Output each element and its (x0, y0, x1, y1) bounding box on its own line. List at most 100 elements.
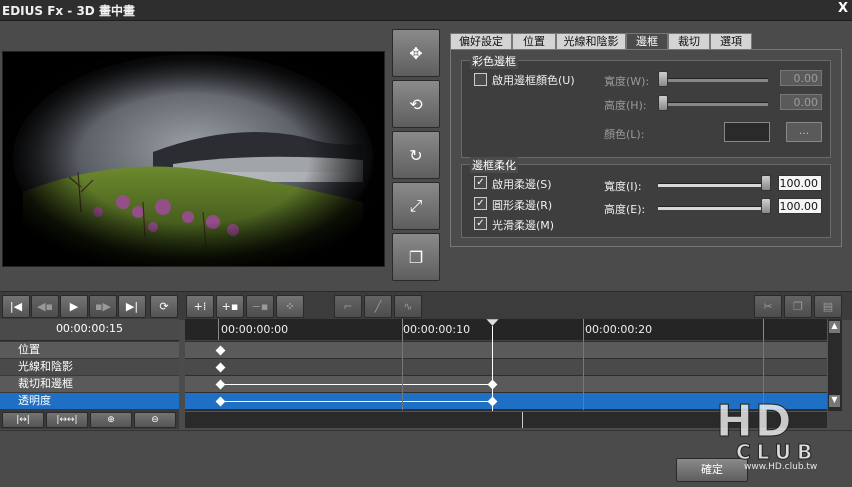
scroll-position-marker (522, 412, 523, 428)
border-height-label: 高度(H): (604, 99, 647, 112)
keyframe-marker[interactable] (215, 345, 226, 356)
tab-options[interactable]: 選項 (710, 33, 752, 50)
soft-width-label: 寬度(I): (604, 180, 642, 193)
title-bar: EDIUS Fx - 3D 畫中畫 X (0, 0, 852, 21)
loop-button[interactable]: ⟳ (150, 295, 178, 318)
tab-crop[interactable]: 裁切 (668, 33, 710, 50)
keyframe-marker[interactable] (215, 396, 226, 407)
border-width-slider[interactable] (662, 78, 768, 82)
soft-border-title: 邊框柔化 (470, 157, 518, 173)
smooth-soft-edge-label: 光滑柔邊(M) (492, 219, 555, 232)
go-to-start-button[interactable]: |◀ (2, 295, 30, 318)
enable-border-color-label: 啟用邊框顏色(U) (492, 74, 575, 87)
border-color-label: 顏色(L): (604, 128, 645, 141)
enable-soft-edge-label: 啟用柔邊(S) (492, 178, 552, 191)
border-color-swatch[interactable] (724, 122, 770, 142)
keyframe-row-crop-border[interactable] (185, 376, 827, 392)
add-keyframe-button[interactable]: +▪ (216, 295, 244, 318)
rotate-tool-button[interactable]: ↻ (392, 131, 440, 179)
soft-height-thumb[interactable] (761, 198, 771, 214)
border-height-value[interactable]: 0.00 (780, 94, 822, 110)
soft-height-slider[interactable] (658, 206, 768, 210)
track-lighting-shadow[interactable]: 光線和陰影 (0, 359, 179, 375)
preview-image (3, 52, 384, 266)
round-soft-edge-label: 圓形柔邊(R) (492, 199, 553, 212)
watermark-club: CLUB (735, 440, 819, 465)
next-keyframe-button[interactable]: ▪▶ (89, 295, 117, 318)
soft-height-label: 高度(E): (604, 203, 646, 216)
border-width-value[interactable]: 0.00 (780, 70, 822, 86)
ruler-tick (218, 319, 219, 340)
play-button[interactable]: ▶ (60, 295, 88, 318)
tab-lighting-shadow[interactable]: 光線和陰影 (556, 33, 626, 50)
ruler-label-0: 00:00:00:00 (221, 323, 289, 336)
time-ruler[interactable]: 00:00:00:00 00:00:00:10 00:00:00:20 (185, 319, 827, 341)
soft-width-slider[interactable] (658, 183, 768, 187)
tab-preferences[interactable]: 偏好設定 (450, 33, 512, 50)
add-keyframe-all-button[interactable]: +⁞ (186, 295, 214, 318)
track-crop-border[interactable]: 裁切和邊框 (0, 376, 179, 392)
border-color-browse-button[interactable]: ... (786, 122, 822, 142)
curve-interpolation-button[interactable]: ∿ (394, 295, 422, 318)
border-width-thumb[interactable] (658, 71, 668, 87)
color-border-group: 彩色邊框 啟用邊框顏色(U) 寬度(W): 0.00 高度(H): 0.00 顏… (461, 53, 831, 158)
watermark-logo: HD CLUB www.HD.club.tw (706, 396, 846, 480)
keyframe-marker[interactable] (215, 379, 226, 390)
smooth-soft-edge-checkbox[interactable]: ✓ (474, 217, 487, 230)
color-border-title: 彩色邊框 (470, 53, 518, 69)
soft-border-group: 邊框柔化 ✓ 啟用柔邊(S) ✓ 圓形柔邊(R) ✓ 光滑柔邊(M) 寬度(I)… (461, 157, 831, 238)
keyframe-row-lighting-shadow[interactable] (185, 359, 827, 375)
soft-height-value[interactable]: 100.00 (778, 198, 822, 214)
enable-soft-edge-checkbox[interactable]: ✓ (474, 176, 487, 189)
paste-icon[interactable]: ▤ (814, 295, 842, 318)
border-height-slider[interactable] (662, 102, 768, 106)
go-to-end-button[interactable]: ▶| (118, 295, 146, 318)
close-icon[interactable]: X (838, 1, 848, 16)
delete-keyframe-button[interactable]: −▪ (246, 295, 274, 318)
preview-monitor (2, 51, 385, 267)
ruler-tick (763, 319, 764, 340)
watermark-url: www.HD.club.tw (744, 462, 818, 472)
keyframe-segment (221, 384, 492, 385)
keyframe-options-button[interactable]: ⁘ (276, 295, 304, 318)
tab-position[interactable]: 位置 (512, 33, 556, 50)
track-opacity[interactable]: 透明度 (0, 393, 179, 409)
zoom-controls: |↔| |↔↔| ⊕ ⊖ (0, 411, 179, 429)
soft-width-value[interactable]: 100.00 (778, 175, 822, 191)
ruler-label-20: 00:00:00:20 (585, 323, 653, 336)
window-title: EDIUS Fx - 3D 畫中畫 (2, 4, 135, 18)
playhead-handle-icon[interactable] (486, 319, 499, 327)
keyframe-segment (221, 401, 492, 402)
fit-timeline-button[interactable]: |↔| (2, 412, 44, 428)
border-height-thumb[interactable] (658, 95, 668, 111)
border-width-label: 寬度(W): (604, 75, 650, 88)
zoom-out-icon[interactable]: ⊖ (134, 412, 176, 428)
fit-all-button[interactable]: |↔↔| (46, 412, 88, 428)
copy-icon[interactable]: ❐ (784, 295, 812, 318)
step-interpolation-button[interactable]: ⌐ (334, 295, 362, 318)
current-time: 00:00:00:15 (0, 319, 179, 341)
keyframe-row-position[interactable] (185, 342, 827, 358)
ruler-tick (583, 319, 584, 340)
soft-width-thumb[interactable] (761, 175, 771, 191)
previous-keyframe-button[interactable]: ◀▪ (31, 295, 59, 318)
grid-line (402, 340, 403, 410)
timeline-toolbar: |◀ ◀▪ ▶ ▪▶ ▶| ⟳ +⁞ +▪ −▪ ⁘ ⌐ ╱ ∿ ✂ ❐ ▤ (0, 291, 852, 320)
rotate-3d-tool-button[interactable]: ⟲ (392, 80, 440, 128)
zoom-in-icon[interactable]: ⊕ (90, 412, 132, 428)
move-tool-button[interactable]: ✥ (392, 29, 440, 77)
scale-tool-button[interactable]: ⤢ (392, 182, 440, 230)
border-tab-panel: 彩色邊框 啟用邊框顏色(U) 寬度(W): 0.00 高度(H): 0.00 顏… (450, 49, 842, 247)
enable-border-color-checkbox[interactable] (474, 73, 487, 86)
keyframe-marker[interactable] (215, 362, 226, 373)
shadow-tool-button[interactable]: ❐ (392, 233, 440, 281)
linear-interpolation-button[interactable]: ╱ (364, 295, 392, 318)
round-soft-edge-checkbox[interactable]: ✓ (474, 197, 487, 210)
cut-icon[interactable]: ✂ (754, 295, 782, 318)
ruler-label-10: 00:00:00:10 (403, 323, 471, 336)
playhead[interactable] (492, 319, 493, 411)
grid-line (583, 340, 584, 410)
tab-border[interactable]: 邊框 (626, 33, 668, 50)
scroll-up-icon[interactable]: ▲ (829, 321, 840, 333)
track-position[interactable]: 位置 (0, 342, 179, 358)
